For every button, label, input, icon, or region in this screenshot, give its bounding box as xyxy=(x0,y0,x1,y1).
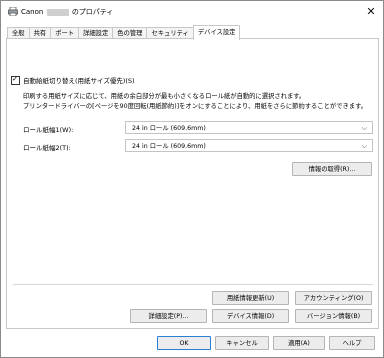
roll-width-2-label: ロール紙幅2(T): xyxy=(23,144,71,152)
redacted-printer-name xyxy=(46,8,69,16)
roll-width-2-select[interactable]: 24 in ロール (609.6mm) ⌵ xyxy=(125,139,373,152)
roll-width-2-value: 24 in ロール (609.6mm) xyxy=(132,143,206,150)
device-info-button[interactable]: デバイス情報(D) xyxy=(212,309,289,323)
printer-icon xyxy=(8,7,18,16)
version-info-button[interactable]: バージョン情報(B) xyxy=(295,309,372,323)
accounting-button[interactable]: アカウンティング(O) xyxy=(295,291,372,305)
advanced-settings-button[interactable]: 詳細設定(P)... xyxy=(130,309,207,323)
title-prefix: Canon xyxy=(21,8,44,16)
auto-switch-row[interactable]: 自動給紙切り替え(用紙サイズ優先)(S) xyxy=(11,74,135,85)
chevron-down-icon: ⌵ xyxy=(361,142,367,150)
roll-width-1-label: ロール紙幅1(W): xyxy=(23,126,74,134)
chevron-down-icon: ⌵ xyxy=(361,124,367,132)
get-info-button[interactable]: 情報の取得(R)... xyxy=(292,162,372,176)
window-title: Canon のプロパティ xyxy=(21,7,113,17)
roll-width-1-value: 24 in ロール (609.6mm) xyxy=(132,125,206,132)
auto-switch-checkbox[interactable] xyxy=(11,74,20,85)
cancel-button[interactable]: キャンセル xyxy=(215,336,269,350)
update-paper-info-button[interactable]: 用紙情報更新(U) xyxy=(212,291,289,305)
auto-switch-label: 自動給紙切り替え(用紙サイズ優先)(S) xyxy=(23,77,135,85)
title-suffix: のプロパティ xyxy=(71,8,114,16)
apply-button[interactable]: 適用(A) xyxy=(273,336,325,350)
description-line-2: プリンタードライバーの[ページを90度回転(用紙節約)]をオンにすることにより、… xyxy=(23,103,368,110)
description-line-1: 印刷する用紙サイズに応じて、用紙の余白部分が最も小さくなるロール紙が自動的に選択… xyxy=(23,93,306,100)
help-button[interactable]: ヘルプ xyxy=(329,336,375,350)
title-bar: Canon のプロパティ ✕ xyxy=(1,1,383,23)
ok-button[interactable]: OK xyxy=(157,336,211,350)
tab-strip: 全般 共有 ポート 詳細設定 色の管理 セキュリティ デバイス設定 xyxy=(7,25,241,40)
printer-properties-window: Canon のプロパティ ✕ 全般 共有 ポート 詳細設定 色の管理 セキュリテ… xyxy=(0,0,384,358)
section-divider xyxy=(13,284,373,285)
tab-device-settings[interactable]: デバイス設定 xyxy=(192,25,241,40)
close-icon[interactable]: ✕ xyxy=(363,4,379,19)
roll-width-1-select[interactable]: 24 in ロール (609.6mm) ⌵ xyxy=(125,121,373,134)
